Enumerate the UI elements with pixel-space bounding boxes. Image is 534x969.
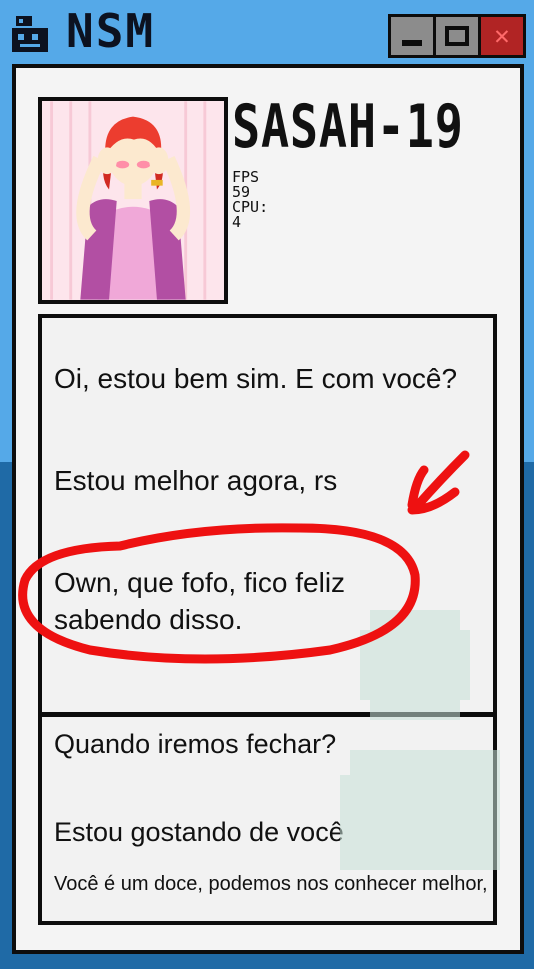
minimize-button[interactable] <box>391 17 433 55</box>
character-name: SASAH-19 <box>232 92 464 162</box>
cpu-value: 4 <box>232 213 242 231</box>
user-silhouette-icon <box>340 610 500 870</box>
reply-option[interactable]: Você é um doce, podemos nos conhecer mel… <box>54 871 493 897</box>
performance-stats: FPS 59 CPU: 4 <box>232 170 268 230</box>
chat-message: Estou melhor agora, rs <box>54 465 338 496</box>
app-title: NSM <box>66 4 156 58</box>
reply-option[interactable]: Quando iremos fechar? <box>54 727 336 761</box>
close-button[interactable]: ✕ <box>481 17 523 55</box>
robot-icon <box>10 14 50 54</box>
character-avatar <box>38 97 228 304</box>
reply-option[interactable]: Estou gostando de você <box>54 815 344 849</box>
window-controls: ✕ <box>388 14 526 58</box>
anime-girl-avatar <box>42 101 224 300</box>
chat-message: Oi, estou bem sim. E com você? <box>54 363 458 394</box>
maximize-icon <box>445 26 469 46</box>
close-icon: ✕ <box>494 21 510 51</box>
maximize-button[interactable] <box>436 17 478 55</box>
minimize-icon <box>402 40 422 46</box>
title-bar: NSM ✕ <box>0 0 534 66</box>
